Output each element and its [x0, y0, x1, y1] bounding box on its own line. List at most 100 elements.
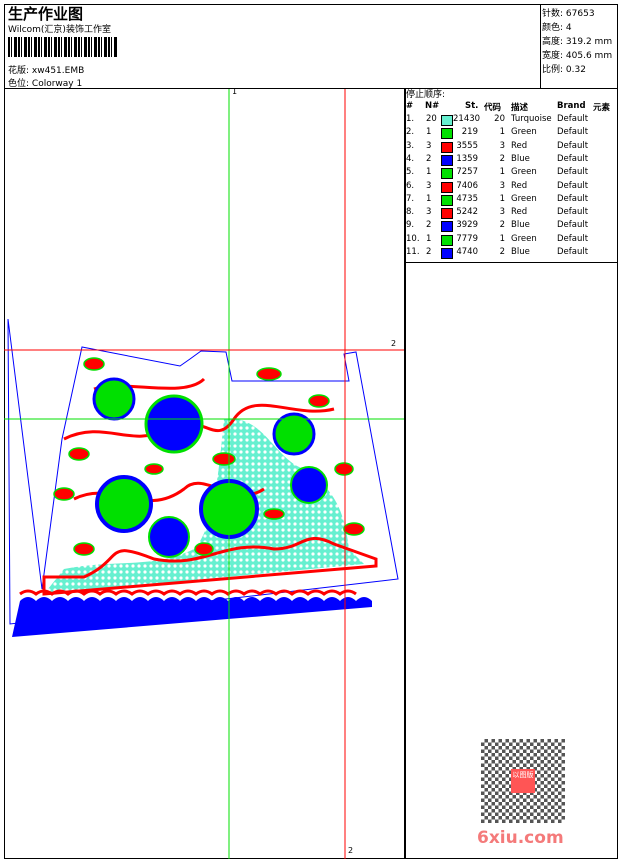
- table-row: 4. 2 1359 2 Blue Default: [405, 154, 617, 167]
- col-desc: 描述: [511, 103, 529, 113]
- row-brand: Default: [557, 220, 589, 231]
- col-element: 元素: [593, 103, 611, 113]
- row-stitches: 7406: [456, 180, 478, 191]
- row-stitches: 3555: [456, 140, 478, 151]
- info-3: 宽度: 405.6 mm: [542, 48, 612, 61]
- row-n: 20: [426, 114, 437, 124]
- table-row: 5. 1 7257 1 Green Default: [405, 167, 617, 180]
- color-swatch: [441, 208, 453, 220]
- row-code: 3: [499, 140, 505, 151]
- row-code: 3: [499, 207, 505, 218]
- row-num: 1.: [406, 114, 415, 124]
- row-brand: Default: [557, 247, 589, 257]
- row-n: 3: [426, 140, 432, 151]
- row-stitches: 5242: [456, 207, 478, 218]
- watermark-logo: 6xiu.com: [477, 828, 564, 848]
- row-stitches: 21430: [453, 114, 481, 124]
- colorway-label: 色位:: [8, 79, 30, 89]
- info-label: 宽度:: [542, 51, 564, 61]
- row-desc: Blue: [511, 153, 530, 164]
- row-code: 20: [494, 114, 505, 124]
- col-brand: Brand: [557, 101, 586, 111]
- row-desc: Red: [511, 140, 528, 151]
- company-name: Wilcom(汇京)装饰工作室: [8, 25, 111, 35]
- table-row: 1. 20 21430 20 Turquoise Default: [405, 114, 617, 127]
- row-n: 2: [426, 247, 432, 257]
- color-swatch: [441, 154, 453, 166]
- row-code: 3: [499, 180, 505, 191]
- seal-stamp: 以图版: [511, 769, 535, 793]
- row-desc: Red: [511, 207, 528, 218]
- row-n: 2: [426, 220, 432, 231]
- table-row: 11. 2 4740 2 Blue Default: [405, 247, 617, 260]
- row-desc: Green: [511, 233, 537, 244]
- green-guide-label: 1: [232, 87, 238, 96]
- row-num: 10.: [406, 233, 420, 244]
- row-code: 2: [499, 220, 505, 231]
- color-swatch: [441, 194, 453, 206]
- color-swatch: [441, 181, 453, 193]
- row-stitches: 4740: [456, 247, 478, 257]
- row-brand: Default: [557, 193, 589, 204]
- stop-sequence-title: 停止顺序:: [406, 90, 446, 100]
- col-num: #: [406, 101, 414, 111]
- info-value: 4: [565, 23, 572, 33]
- row-desc: Green: [511, 167, 537, 178]
- row-brand: Default: [557, 233, 589, 244]
- row-num: 4.: [406, 153, 415, 164]
- color-swatch: [441, 128, 453, 140]
- info-4: 比例: 0.32: [542, 62, 586, 75]
- color-swatch: [441, 248, 453, 259]
- row-brand: Default: [557, 207, 589, 218]
- row-num: 11.: [406, 247, 420, 257]
- row-desc: Turquoise: [511, 114, 552, 124]
- row-num: 6.: [406, 180, 415, 191]
- row-desc: Green: [511, 193, 537, 204]
- info-value: 405.6 mm: [565, 51, 613, 61]
- row-code: 1: [499, 127, 505, 138]
- row-brand: Default: [557, 140, 589, 151]
- row-desc: Green: [511, 127, 537, 138]
- row-code: 1: [499, 233, 505, 244]
- blue-scallop: [12, 597, 372, 637]
- color-swatch: [441, 221, 453, 233]
- row-n: 3: [426, 207, 432, 218]
- design-preview: [4, 89, 404, 859]
- row-code: 2: [499, 247, 505, 257]
- row-n: 1: [426, 127, 432, 138]
- row-n: 1: [426, 193, 432, 204]
- info-1: 颜色: 4: [542, 20, 572, 33]
- barcode: [8, 37, 118, 57]
- col-code: 代码: [484, 103, 502, 113]
- info-label: 高度:: [542, 37, 564, 47]
- info-value: 0.32: [565, 65, 586, 75]
- row-n: 1: [426, 167, 432, 178]
- color-swatch: [441, 234, 453, 246]
- row-brand: Default: [557, 180, 589, 191]
- row-num: 9.: [406, 220, 415, 231]
- red-h-guide-label: 2: [391, 339, 397, 348]
- row-num: 2.: [406, 127, 415, 138]
- row-code: 2: [499, 153, 505, 164]
- row-num: 8.: [406, 207, 415, 218]
- red-scallop: [19, 589, 357, 596]
- color-swatch: [441, 115, 453, 126]
- info-0: 针数: 67653: [542, 6, 595, 19]
- row-stitches: 4735: [456, 193, 478, 204]
- row-stitches: 219: [461, 127, 478, 138]
- row-n: 1: [426, 233, 432, 244]
- red-v-guide-label: 2: [348, 846, 354, 855]
- row-code: 1: [499, 167, 505, 178]
- row-num: 7.: [406, 193, 415, 204]
- info-value: 67653: [565, 9, 595, 19]
- row-brand: Default: [557, 127, 589, 138]
- table-row: 8. 3 5242 3 Red Default: [405, 207, 617, 220]
- design-value: xw451.EMB: [31, 66, 85, 76]
- table-header: # N# St. 代码 描述 Brand 元素: [405, 101, 617, 114]
- row-desc: Blue: [511, 247, 530, 257]
- table-row: 10. 1 7779 1 Green Default: [405, 234, 617, 247]
- info-label: 比例:: [542, 65, 564, 75]
- row-num: 5.: [406, 167, 415, 178]
- table-row: 3. 3 3555 3 Red Default: [405, 141, 617, 154]
- design-file: 花版: xw451.EMB: [8, 63, 84, 76]
